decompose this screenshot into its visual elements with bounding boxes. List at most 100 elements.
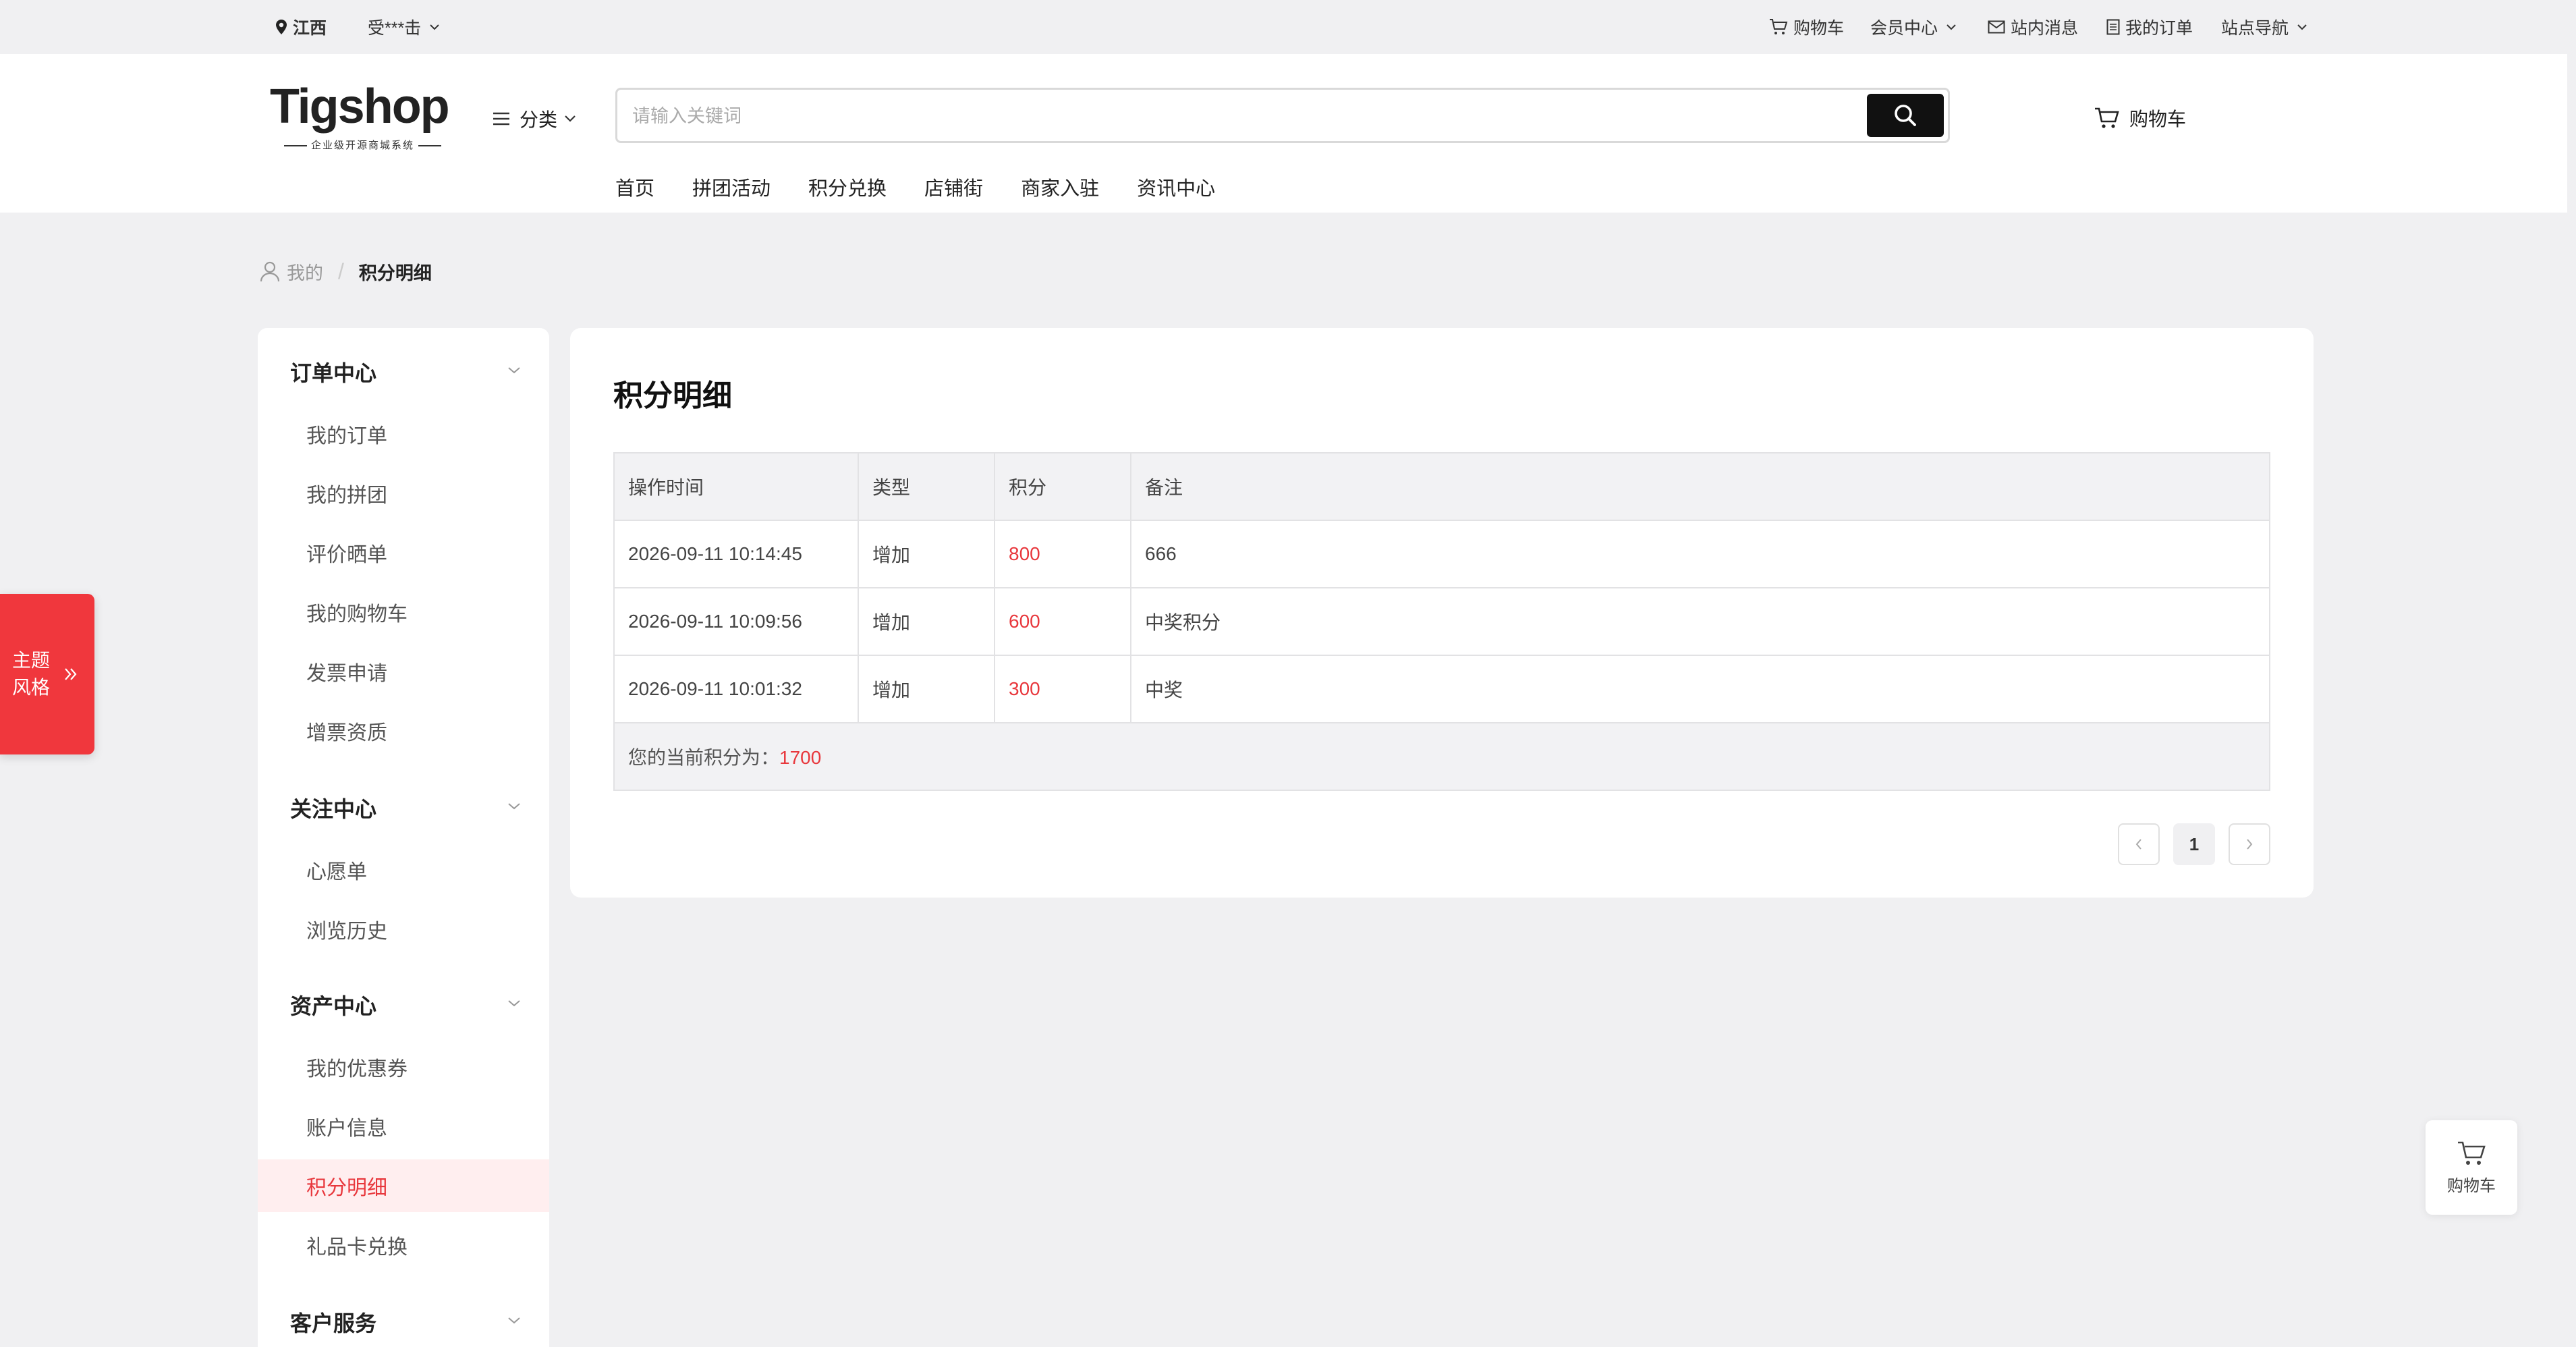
floating-cart-button[interactable]: 购物车	[2426, 1120, 2517, 1215]
chevron-down-icon[interactable]	[507, 366, 521, 378]
breadcrumb-separator: /	[338, 258, 344, 283]
nav-item-merchant-join[interactable]: 商家入驻	[1021, 173, 1099, 201]
main-nav: 首页 拼团活动 积分兑换 店铺街 商家入驻 资讯中心	[615, 170, 1253, 204]
floating-cart-label: 购物车	[2447, 1176, 2496, 1195]
chevron-down-icon	[2297, 24, 2307, 30]
sidebar-item-points-detail[interactable]: 积分明细	[258, 1159, 549, 1212]
mail-icon	[1988, 20, 2005, 34]
map-pin-icon	[275, 19, 287, 35]
sidebar-item-invoice[interactable]: 发票申请	[258, 645, 549, 698]
points-panel: 积分明细 操作时间 类型 积分 备注 2026-09-11 10:14:45 增…	[570, 328, 2314, 898]
cell-note: 666	[1130, 520, 2270, 588]
cell-time: 2026-09-11 10:09:56	[613, 587, 859, 656]
double-chevron-right-icon	[63, 666, 78, 682]
theme-style-label: 主题风格	[12, 650, 51, 698]
site-nav-label: 站点导航	[2221, 19, 2289, 38]
cell-note: 中奖积分	[1130, 587, 2270, 656]
breadcrumb-home[interactable]: 我的	[287, 258, 323, 285]
sidebar-group-follow-center[interactable]: 关注中心	[290, 792, 376, 823]
header: Tigshop 企业级开源商城系统 分类 购物车 首页 拼团活动 积分兑换 店铺…	[0, 54, 2567, 213]
nav-item-shop-street[interactable]: 店铺街	[924, 173, 983, 201]
sidebar-item-my-cart[interactable]: 我的购物车	[258, 586, 549, 638]
sidebar-item-account-info[interactable]: 账户信息	[258, 1100, 549, 1153]
top-bar: 江西 受***击 购物车 会员中心 站内消息 我的订单 站点导航	[0, 0, 2576, 54]
member-center-menu[interactable]: 会员中心	[1870, 0, 1957, 54]
sidebar-item-reviews[interactable]: 评价晒单	[258, 526, 549, 579]
nav-item-news[interactable]: 资讯中心	[1137, 173, 1215, 201]
hamburger-icon	[493, 111, 510, 126]
sidebar-item-wishlist[interactable]: 心愿单	[258, 844, 549, 896]
sidebar-group-order-center[interactable]: 订单中心	[290, 356, 376, 387]
chevron-down-icon	[564, 115, 576, 123]
topbar-cart-link[interactable]: 购物车	[1769, 0, 1844, 54]
total-row: 您的当前积分为：1700	[613, 722, 2270, 791]
chevron-down-icon[interactable]	[507, 802, 521, 814]
pagination-prev-button[interactable]	[2118, 823, 2160, 865]
search-icon	[1893, 103, 1918, 128]
sidebar-item-my-group-buy[interactable]: 我的拼团	[258, 467, 549, 520]
cell-type: 增加	[858, 587, 995, 656]
search-button[interactable]	[1867, 94, 1944, 137]
sidebar-group-customer-service[interactable]: 客户服务	[290, 1307, 376, 1338]
pagination-page[interactable]: 1	[2173, 823, 2215, 865]
search-input[interactable]	[631, 90, 1861, 142]
my-orders-label: 我的订单	[2125, 19, 2193, 38]
total-label: 您的当前积分为：	[628, 747, 780, 768]
messages-link[interactable]: 站内消息	[1988, 0, 2078, 54]
total-points-value: 1700	[779, 747, 822, 768]
topbar-cart-label: 购物车	[1793, 19, 1845, 38]
header-cart-link[interactable]: 购物车	[2094, 101, 2186, 135]
table-row: 2026-09-11 10:01:32 增加 300 中奖	[613, 655, 2270, 723]
search-box	[615, 88, 1950, 143]
cell-time: 2026-09-11 10:01:32	[613, 655, 859, 723]
sidebar: 订单中心 我的订单 我的拼团 评价晒单 我的购物车 发票申请 增票资质 关注中心…	[258, 328, 549, 1347]
table-row: 2026-09-11 10:09:56 增加 600 中奖积分	[613, 587, 2270, 656]
messages-label: 站内消息	[2011, 19, 2079, 38]
sidebar-group-asset-center[interactable]: 资产中心	[290, 989, 376, 1020]
sidebar-item-vat-qualification[interactable]: 增票资质	[258, 705, 549, 757]
cell-note: 中奖	[1130, 655, 2270, 723]
user-icon	[260, 260, 280, 282]
breadcrumb-current: 积分明细	[358, 263, 432, 283]
page-title: 积分明细	[613, 379, 732, 412]
table-header-row: 操作时间 类型 积分 备注	[613, 452, 2270, 521]
cell-points: 600	[994, 587, 1131, 656]
logo-text: Tigshop	[270, 80, 450, 134]
document-icon	[2106, 19, 2120, 35]
chevron-down-icon[interactable]	[507, 999, 521, 1011]
site-nav-menu[interactable]: 站点导航	[2221, 0, 2307, 54]
category-menu[interactable]: 分类	[493, 103, 576, 135]
column-header-note: 备注	[1130, 452, 2270, 521]
cell-type: 增加	[858, 655, 995, 723]
sidebar-item-gift-card[interactable]: 礼品卡兑换	[258, 1219, 549, 1271]
location-label: 江西	[293, 19, 327, 38]
chevron-down-icon[interactable]	[507, 1316, 521, 1328]
header-cart-label: 购物车	[2129, 109, 2187, 130]
total-cell: 您的当前积分为：1700	[613, 722, 2270, 791]
column-header-time: 操作时间	[613, 452, 859, 521]
chevron-down-icon	[429, 24, 440, 30]
my-orders-link[interactable]: 我的订单	[2106, 0, 2193, 54]
breadcrumb: 我的 / 积分明细	[260, 258, 432, 285]
sidebar-item-my-orders[interactable]: 我的订单	[258, 408, 549, 460]
location-selector[interactable]: 江西	[275, 0, 327, 54]
pagination-next-button[interactable]	[2229, 823, 2270, 865]
site-logo[interactable]: Tigshop 企业级开源商城系统	[270, 80, 459, 152]
cart-icon	[2094, 107, 2120, 130]
theme-style-tab[interactable]: 主题风格	[0, 594, 94, 754]
table-row: 2026-09-11 10:14:45 增加 800 666	[613, 520, 2270, 588]
nav-item-home[interactable]: 首页	[615, 173, 654, 201]
nav-item-points-exchange[interactable]: 积分兑换	[808, 173, 887, 201]
logo-subtitle: 企业级开源商城系统	[270, 138, 455, 152]
nav-item-group-buy[interactable]: 拼团活动	[692, 173, 771, 201]
chevron-right-icon	[2245, 838, 2253, 850]
cell-points: 300	[994, 655, 1131, 723]
username-label: 受***击	[368, 19, 422, 38]
user-menu[interactable]: 受***击	[368, 0, 440, 54]
pagination: 1	[2104, 823, 2270, 865]
cart-icon	[2457, 1140, 2486, 1167]
cell-points: 800	[994, 520, 1131, 588]
category-label: 分类	[520, 109, 558, 130]
sidebar-item-history[interactable]: 浏览历史	[258, 903, 549, 956]
sidebar-item-coupons[interactable]: 我的优惠券	[258, 1041, 549, 1093]
